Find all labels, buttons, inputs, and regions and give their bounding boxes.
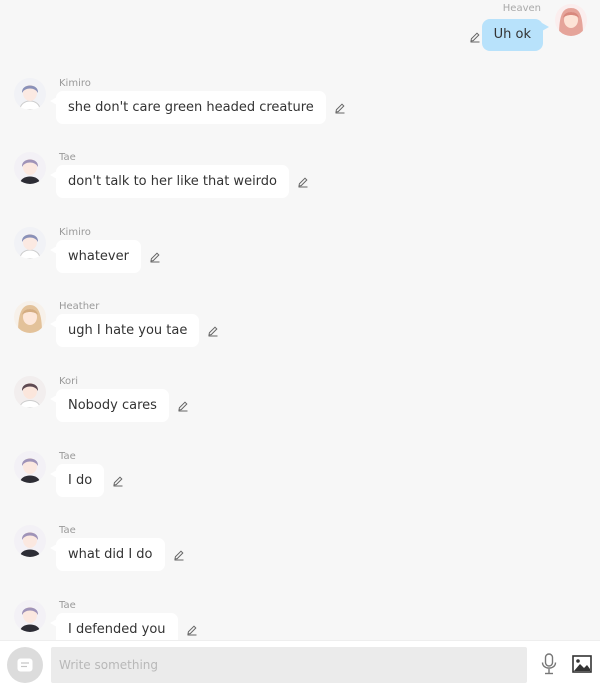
outgoing-message: Heaven Uh ok [0,0,600,60]
sender-name: Kimiro [59,227,91,238]
sender-name: Heather [59,301,100,312]
image-icon[interactable] [572,655,592,677]
message-bubble[interactable]: ugh I hate you tae [49,314,200,347]
message-row: Kori Nobody cares [0,376,600,436]
avatar-tae[interactable] [14,525,46,557]
composer-bar [0,640,600,695]
edit-icon[interactable] [469,28,481,47]
message-bubble[interactable]: Nobody cares [50,389,169,422]
edit-icon[interactable] [112,475,124,487]
message-row: Heather ugh I hate you tae [0,301,600,361]
message-bubble[interactable]: whatever [50,240,141,273]
message-row: Tae don't talk to her like that weirdo [0,152,600,212]
message-row: Tae I do [0,451,600,511]
message-bubble[interactable]: I do [49,464,105,497]
edit-icon[interactable] [173,549,185,561]
avatar-tae[interactable] [14,152,46,184]
avatar-heather[interactable] [14,301,46,333]
message-bubble[interactable]: she don't care green headed creature [50,91,326,124]
sender-name: Tae [59,451,76,462]
message-bubble[interactable]: what did I do [50,538,165,571]
sender-name: Kori [59,376,79,387]
chat-area[interactable]: Heaven Uh ok Kimiro she don't care green… [0,0,600,640]
microphone-icon[interactable] [540,653,558,679]
message-input[interactable] [51,647,527,683]
sender-name: Tae [59,152,76,163]
avatar-heaven[interactable] [555,4,587,36]
avatar-tae[interactable] [14,451,46,483]
chat-menu-icon[interactable] [7,647,43,683]
edit-icon[interactable] [186,624,198,636]
message-bubble[interactable]: don't talk to her like that weirdo [50,165,289,198]
message-row: Tae I defended you [0,600,600,640]
edit-icon[interactable] [149,251,161,263]
avatar-tae[interactable] [14,600,46,632]
sender-name: Kimiro [59,78,91,89]
message-row: Kimiro whatever [0,227,600,287]
sender-name: Tae [59,525,76,536]
sender-name: Heaven [502,3,541,14]
edit-icon[interactable] [177,400,189,412]
avatar-kimiro[interactable] [14,78,46,110]
avatar-kimiro[interactable] [14,227,46,259]
message-row: Tae what did I do [0,525,600,585]
message-bubble[interactable]: I defended you [50,613,178,640]
message-row: Kimiro she don't care green headed creat… [0,78,600,138]
edit-icon[interactable] [297,176,309,188]
sender-name: Tae [59,600,76,611]
edit-icon[interactable] [207,325,219,337]
message-bubble[interactable]: Uh ok [481,19,550,51]
avatar-kori[interactable] [14,376,46,408]
edit-icon[interactable] [334,102,346,114]
